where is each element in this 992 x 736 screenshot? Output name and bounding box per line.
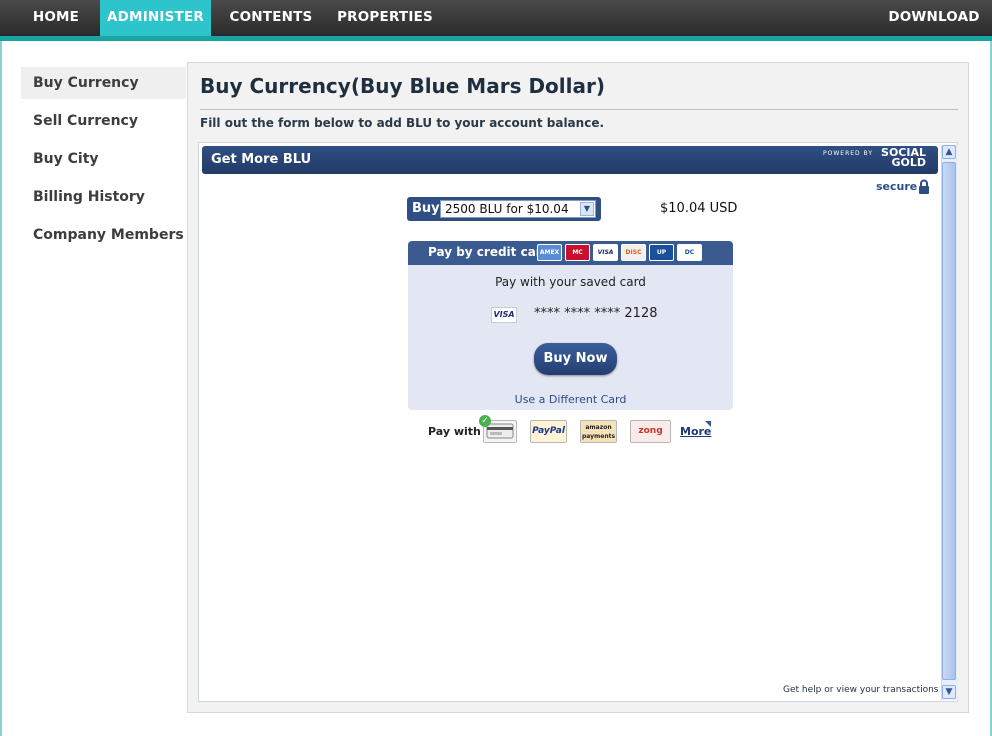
nav-download[interactable]: DOWNLOAD <box>884 0 984 36</box>
buy-now-button[interactable]: Buy Now <box>534 343 617 375</box>
powered-by-label: POWERED BY <box>823 150 874 157</box>
sidebar-item-buy-currency[interactable]: Buy Currency <box>21 67 186 99</box>
visa-icon: VISA <box>593 244 618 261</box>
blu-amount-dropdown[interactable]: 2500 BLU for $10.04 ▼ <box>440 200 596 218</box>
pay-option-zong[interactable]: zong <box>630 420 671 443</box>
nav-contents[interactable]: CONTENTS <box>223 0 319 36</box>
page-subtitle: Fill out the form below to add BLU to yo… <box>200 116 605 130</box>
credit-card-title: Pay by credit card <box>428 245 551 259</box>
saved-card-label: Pay with your saved card <box>495 275 646 289</box>
scrollbar-thumb[interactable] <box>942 162 956 680</box>
page-title: Buy Currency(Buy Blue Mars Dollar) <box>200 74 605 98</box>
credit-card-panel <box>408 241 733 410</box>
social-gold-logo: SOCIAL GOLD <box>880 147 926 169</box>
sidebar: Buy Currency Sell Currency Buy City Bill… <box>21 67 186 257</box>
saved-card-number: **** **** **** 2128 <box>534 306 658 321</box>
use-different-card-link[interactable]: Use a Different Card <box>408 393 733 406</box>
unionpay-icon: UP <box>649 244 674 261</box>
discover-icon: DISC <box>621 244 646 261</box>
nav-accent-line <box>0 36 992 41</box>
sidebar-item-buy-city[interactable]: Buy City <box>21 143 186 175</box>
widget-title: Get More BLU <box>211 152 312 167</box>
diners-club-icon: DC <box>677 244 702 261</box>
lock-icon <box>919 179 929 194</box>
secure-label: secure <box>876 180 918 193</box>
buy-label: Buy <box>412 201 440 216</box>
dropdown-selected-value: 2500 BLU for $10.04 <box>445 202 569 216</box>
sidebar-item-company-members[interactable]: Company Members <box>21 219 186 251</box>
frame-edge-left <box>0 41 2 736</box>
pay-option-amazon[interactable]: amazon payments <box>580 420 617 443</box>
amex-icon: AMEX <box>537 244 562 261</box>
mastercard-icon: MC <box>565 244 590 261</box>
title-divider <box>200 109 958 110</box>
pay-with-label: Pay with <box>428 425 481 438</box>
help-transactions-link[interactable]: Get help or view your transactions <box>783 685 939 695</box>
price-display: $10.04 USD <box>660 201 738 216</box>
saved-card-visa-icon: VISA <box>491 307 517 323</box>
payment-widget-frame <box>198 142 958 702</box>
sidebar-item-billing-history[interactable]: Billing History <box>21 181 186 213</box>
nav-administer[interactable]: ADMINISTER <box>100 0 211 36</box>
scroll-up-button[interactable]: ▲ <box>942 145 956 159</box>
brand-line-2: GOLD <box>891 156 926 169</box>
sidebar-item-sell-currency[interactable]: Sell Currency <box>21 105 186 137</box>
check-icon: ✓ <box>479 415 491 427</box>
scroll-down-button[interactable]: ▼ <box>942 685 956 699</box>
pay-option-paypal[interactable]: PayPal <box>530 420 567 443</box>
chevron-down-icon[interactable]: ▼ <box>580 202 594 216</box>
corner-arrow-icon <box>705 421 711 427</box>
nav-home[interactable]: HOME <box>18 0 94 36</box>
nav-properties[interactable]: PROPERTIES <box>333 0 437 36</box>
